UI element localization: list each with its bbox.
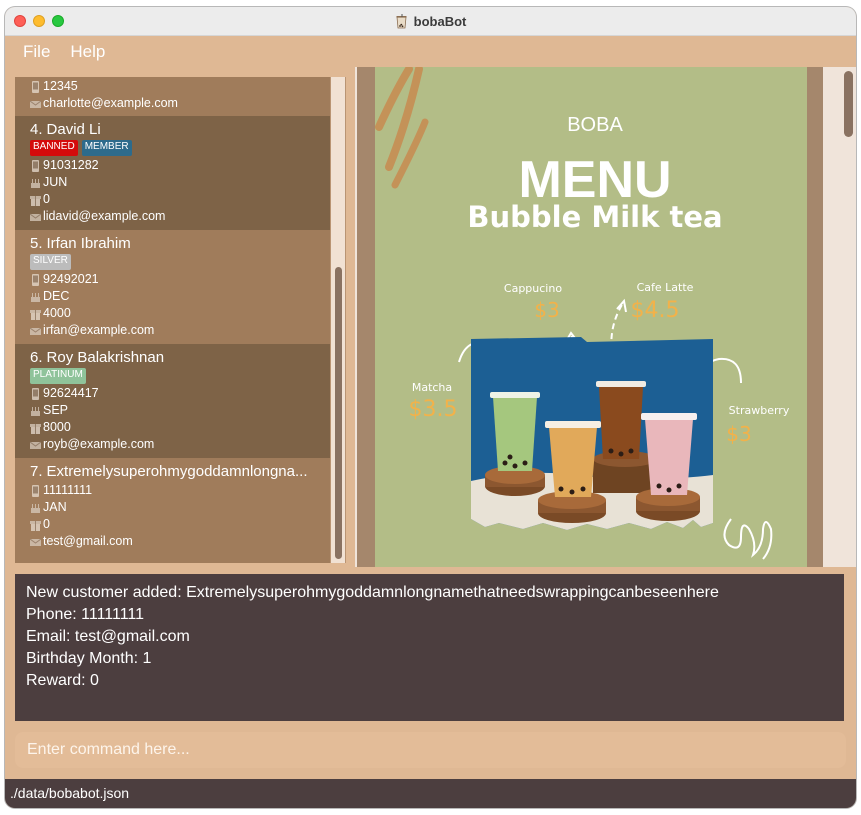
- title-bar: bobaBot: [5, 7, 856, 36]
- reward-row: 8000: [30, 419, 330, 436]
- reward-row: 0: [30, 516, 330, 533]
- boba-cup-icon: [396, 14, 407, 29]
- poster-graphic: BOBA MENU Bubble Milk tea Cappucino $3 C…: [375, 67, 790, 560]
- email-icon: [30, 441, 41, 449]
- birthday-row: JUN: [30, 174, 330, 191]
- email-icon: [30, 538, 41, 546]
- birthday-row: JAN: [30, 499, 330, 516]
- customer-card-6[interactable]: 6. Roy Balakrishnan PLATINUM 92624417 SEP…: [15, 344, 330, 458]
- tag-list: BANNED MEMBER: [30, 140, 330, 156]
- poster-item-price: $4.5: [631, 298, 680, 323]
- cake-icon: [31, 406, 40, 416]
- customer-list-scrollbar[interactable]: [331, 77, 345, 563]
- menu-bar: File Help: [5, 36, 856, 67]
- tag-platinum: PLATINUM: [30, 368, 86, 384]
- customer-card-3[interactable]: 12345 charlotte@example.com: [15, 77, 330, 116]
- menu-image-scrollbar[interactable]: [841, 67, 856, 567]
- command-input[interactable]: [15, 732, 846, 768]
- phone-icon: [32, 484, 39, 497]
- gift-icon: [30, 520, 41, 531]
- result-line: New customer added: Extremelysuperohmygo…: [26, 584, 719, 601]
- customer-card-4[interactable]: 4. David Li BANNED MEMBER 91031282 JUN 0 …: [15, 116, 330, 230]
- phone-row: 11111111: [30, 482, 330, 499]
- customer-list[interactable]: 12345 charlotte@example.com 4. David Li B…: [15, 77, 346, 563]
- poster-item-name: Cappucino: [504, 282, 562, 295]
- menu-help[interactable]: Help: [70, 42, 105, 62]
- tag-silver: SILVER: [30, 254, 71, 270]
- scrollbar-thumb[interactable]: [844, 71, 853, 137]
- email-row: charlotte@example.com: [30, 95, 330, 112]
- customer-name: 4. David Li: [30, 121, 101, 138]
- customer-name: 5. Irfan Ibrahim: [30, 235, 131, 252]
- cake-icon: [31, 178, 40, 188]
- cake-icon: [31, 292, 40, 302]
- cake-icon: [31, 503, 40, 513]
- data-file-path: ./data/bobabot.json: [10, 785, 130, 801]
- phone-icon: [32, 159, 39, 172]
- gift-icon: [30, 309, 41, 320]
- menu-image-panel: BOBA MENU Bubble Milk tea Cappucino $3 C…: [355, 67, 856, 567]
- customer-name: 6. Roy Balakrishnan: [30, 349, 165, 366]
- poster-item-name: Matcha: [412, 381, 452, 394]
- poster-item-price: $3: [534, 298, 559, 322]
- customer-card-7[interactable]: 7. Extremelysuperohmygoddamnlongna... 111…: [15, 458, 330, 563]
- phone-icon: [32, 80, 39, 93]
- tag-member: MEMBER: [81, 140, 132, 156]
- poster-subtitle: Bubble Milk tea: [467, 200, 722, 234]
- birthday-row: SEP: [30, 402, 330, 419]
- poster-boba-label: BOBA: [567, 114, 623, 136]
- poster-item-name: Cafe Latte: [637, 281, 694, 294]
- phone-row: 12345: [30, 78, 330, 95]
- result-display: New customer added: Extremelysuperohmygo…: [15, 574, 844, 721]
- poster-item-name: Strawberry: [729, 404, 790, 417]
- app-window: bobaBot File Help 12345 charlotte@exampl…: [5, 7, 856, 808]
- scrollbar-thumb[interactable]: [335, 267, 342, 559]
- result-line: Reward: 0: [26, 672, 99, 689]
- phone-row: 92492021: [30, 271, 330, 288]
- phone-row: 91031282: [30, 157, 330, 174]
- phone-row: 92624417: [30, 385, 330, 402]
- birthday-row: DEC: [30, 288, 330, 305]
- tag-list: SILVER: [30, 254, 330, 270]
- window-title: bobaBot: [413, 14, 467, 29]
- customer-name: 7. Extremelysuperohmygoddamnlongna...: [30, 463, 308, 480]
- menu-file[interactable]: File: [23, 42, 50, 62]
- phone-icon: [32, 273, 39, 286]
- reward-row: 0: [30, 191, 330, 208]
- status-bar: ./data/bobabot.json: [5, 779, 856, 808]
- reward-row: 4000: [30, 305, 330, 322]
- poster-item-price: $3.5: [409, 397, 458, 422]
- customer-card-5[interactable]: 5. Irfan Ibrahim SILVER 92492021 DEC 4000…: [15, 230, 330, 344]
- result-line: Birthday Month: 1: [26, 650, 152, 667]
- menu-poster: BOBA MENU Bubble Milk tea Cappucino $3 C…: [375, 67, 807, 567]
- result-line: Phone: 11111111: [26, 606, 145, 623]
- poster-item-price: $3: [726, 422, 751, 446]
- email-row: royb@example.com: [30, 436, 330, 453]
- email-row: test@gmail.com: [30, 533, 330, 550]
- email-icon: [30, 213, 41, 221]
- menu-image-frame: BOBA MENU Bubble Milk tea Cappucino $3 C…: [357, 67, 823, 567]
- gift-icon: [30, 423, 41, 434]
- tag-banned: BANNED: [30, 140, 78, 156]
- result-line: Email: test@gmail.com: [26, 628, 190, 645]
- email-row: irfan@example.com: [30, 322, 330, 339]
- phone-icon: [32, 387, 39, 400]
- email-icon: [30, 100, 41, 108]
- email-row: lidavid@example.com: [30, 208, 330, 225]
- tag-list: PLATINUM: [30, 368, 330, 384]
- email-icon: [30, 327, 41, 335]
- gift-icon: [30, 195, 41, 206]
